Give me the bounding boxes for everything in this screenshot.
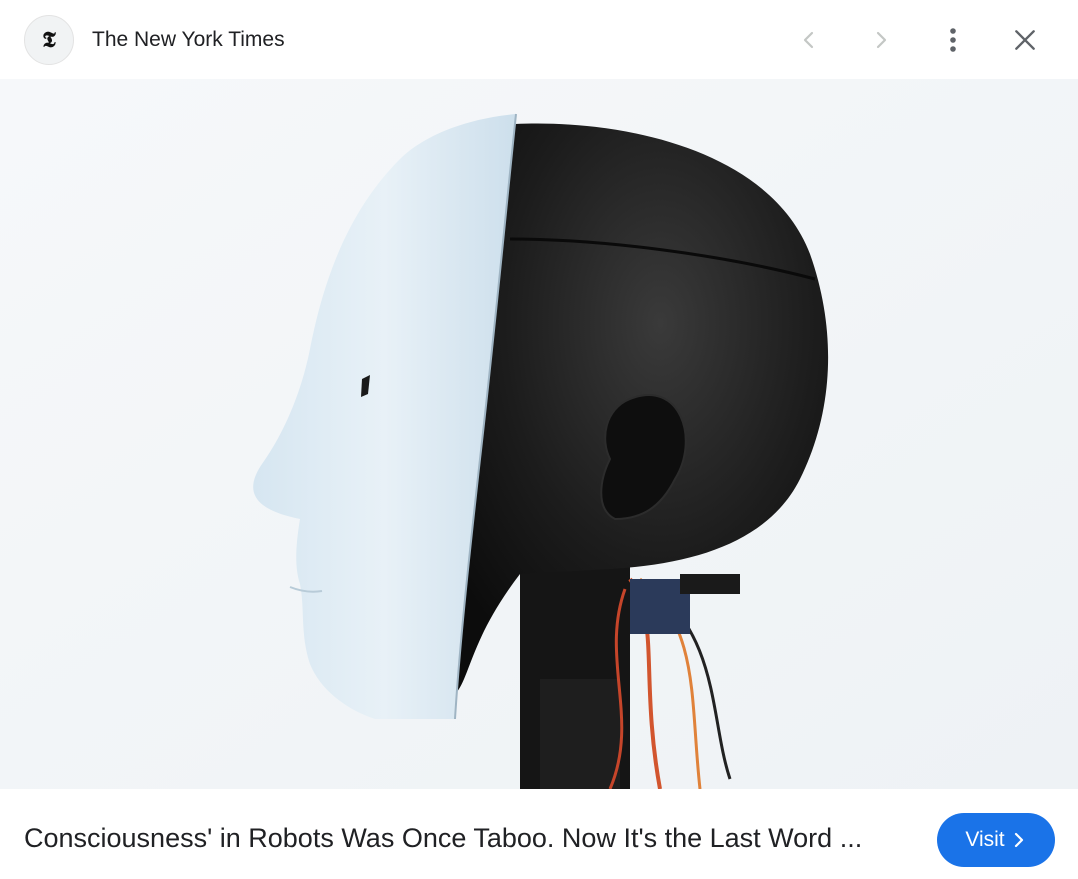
visit-label: Visit [965, 828, 1005, 851]
nyt-logo-icon: 𝕿 [42, 27, 56, 53]
more-vert-icon [950, 28, 956, 52]
source-logo[interactable]: 𝕿 [24, 15, 74, 65]
robot-head-illustration [0, 79, 1078, 789]
chevron-left-icon [803, 31, 814, 49]
viewer-header: 𝕿 The New York Times [0, 0, 1078, 79]
close-button[interactable] [1005, 20, 1045, 60]
chevron-right-icon [1014, 832, 1023, 848]
next-button[interactable] [861, 20, 901, 60]
more-options-button[interactable] [933, 20, 973, 60]
preview-image[interactable] [0, 79, 1078, 789]
previous-button[interactable] [789, 20, 829, 60]
source-name[interactable]: The New York Times [92, 28, 285, 52]
visit-button[interactable]: Visit [937, 813, 1055, 867]
close-icon [1015, 30, 1035, 50]
chevron-right-icon [876, 31, 887, 49]
article-title[interactable]: Consciousness' in Robots Was Once Taboo.… [24, 823, 904, 854]
